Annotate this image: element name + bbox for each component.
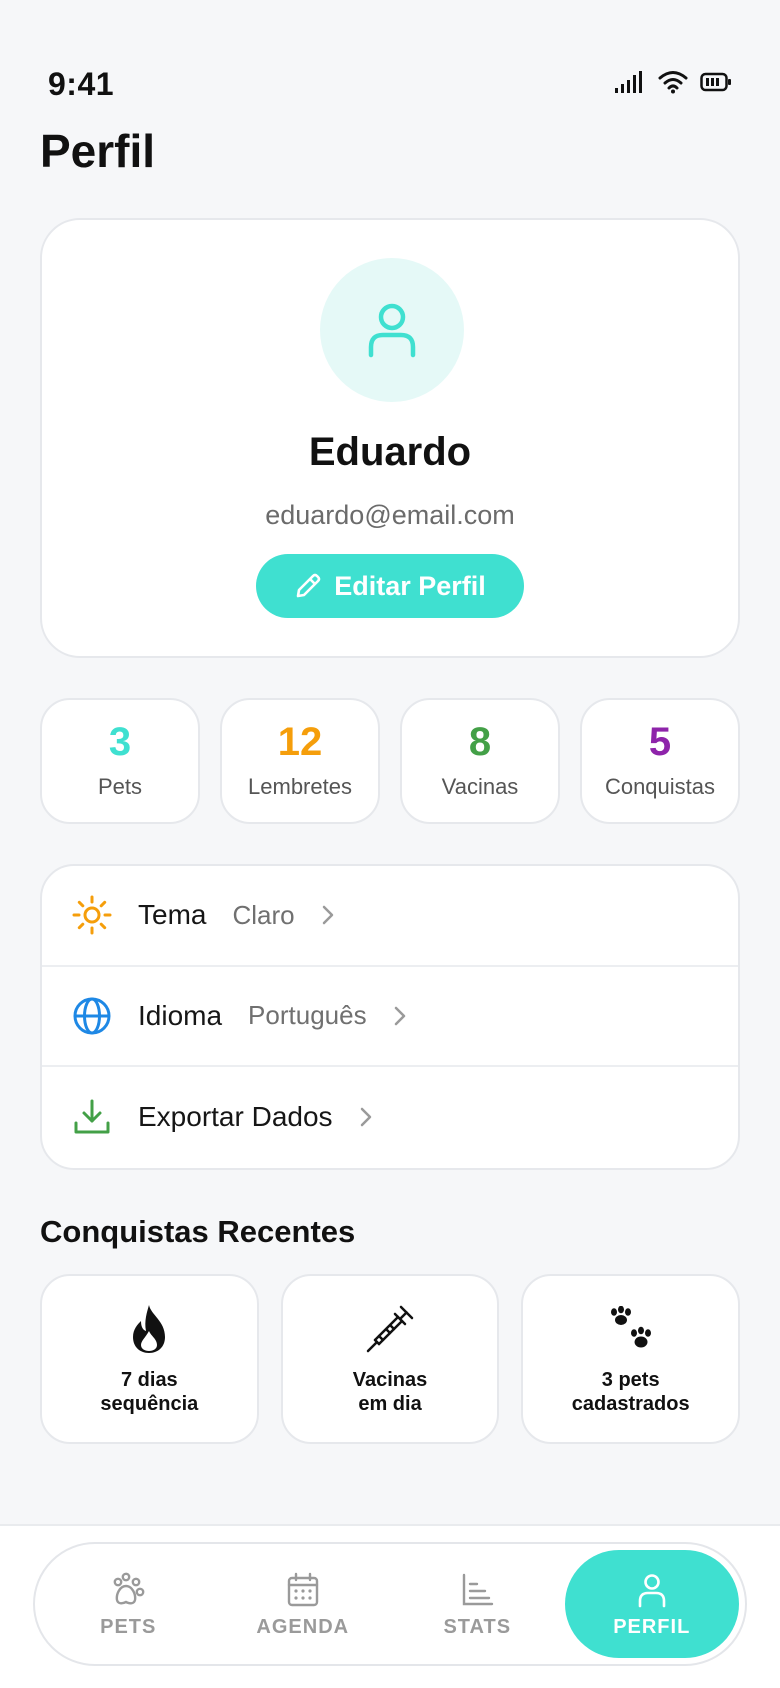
profile-card: Eduardo eduardo@email.com Editar Perfil [40, 218, 740, 658]
setting-theme[interactable]: Tema Claro [42, 866, 738, 967]
achievement-card[interactable]: 3 pets cadastrados [521, 1274, 741, 1444]
syringe-icon [365, 1302, 415, 1356]
battery-icon [700, 71, 732, 98]
tab-label: STATS [443, 1615, 512, 1638]
setting-label: Idioma [138, 999, 223, 1031]
edit-profile-label: Editar Perfil [334, 570, 486, 601]
setting-label: Tema [138, 899, 207, 931]
chart-icon [459, 1570, 495, 1610]
download-icon [72, 1097, 112, 1137]
user-email: eduardo@email.com [265, 500, 515, 530]
achievement-card[interactable]: 7 dias sequência [40, 1274, 259, 1444]
tab-agenda[interactable]: AGENDA [216, 1550, 391, 1658]
achievements-title: Conquistas Recentes [40, 1214, 356, 1249]
chevron-right-icon [359, 1106, 373, 1128]
setting-language[interactable]: Idioma Português [42, 967, 738, 1068]
stat-value: 5 [648, 720, 672, 764]
stat-card-lembretes[interactable]: 12 Lembretes [220, 698, 380, 824]
achievement-label: 3 pets cadastrados [571, 1369, 690, 1415]
edit-profile-button[interactable]: Editar Perfil [256, 554, 524, 618]
achievement-card[interactable]: Vacinas em dia [280, 1274, 500, 1444]
status-time: 9:41 [48, 66, 115, 102]
avatar[interactable] [320, 258, 464, 402]
stat-card-vacinas[interactable]: 8 Vacinas [400, 698, 560, 824]
stat-value: 8 [468, 720, 492, 764]
tab-stats[interactable]: STATS [390, 1550, 565, 1658]
paw-outline-icon [110, 1570, 146, 1610]
tab-bar: PETS AGENDA STATS PERFIL [33, 1542, 747, 1666]
settings-list: Tema Claro Idioma Português Exportar Dad… [40, 864, 740, 1170]
stat-card-conquistas[interactable]: 5 Conquistas [580, 698, 740, 824]
stat-value: 3 [108, 720, 132, 764]
tab-label: PERFIL [613, 1615, 691, 1638]
tab-perfil[interactable]: PERFIL [564, 1550, 739, 1658]
status-icons [614, 70, 732, 99]
status-bar: 9:41 [0, 0, 780, 120]
sun-icon [72, 895, 112, 935]
fire-icon [127, 1302, 171, 1356]
stat-label: Conquistas [604, 774, 716, 799]
pencil-icon [296, 573, 321, 598]
achievements-row: 7 dias sequência Vacinas em dia 3 pets c… [40, 1274, 741, 1444]
bottom-navigation: PETS AGENDA STATS PERFIL [0, 1524, 780, 1688]
globe-icon [72, 996, 112, 1036]
user-name: Eduardo [308, 430, 472, 474]
user-icon [635, 1570, 669, 1610]
achievement-label: 7 dias sequência [100, 1369, 199, 1415]
setting-export-data[interactable]: Exportar Dados [42, 1067, 738, 1168]
stat-label: Vacinas [441, 774, 519, 799]
calendar-icon [285, 1570, 321, 1610]
stat-value: 12 [277, 720, 323, 764]
tab-label: AGENDA [256, 1615, 350, 1638]
setting-value: Português [248, 1000, 367, 1031]
tab-label: PETS [100, 1615, 157, 1638]
stats-row: 3 Pets 12 Lembretes 8 Vacinas 5 Conquist… [40, 698, 740, 824]
paw-icon [606, 1302, 656, 1356]
setting-value: Claro [232, 899, 295, 930]
cellular-signal-icon [614, 70, 646, 99]
tab-pets[interactable]: PETS [41, 1550, 216, 1658]
page-title: Perfil [40, 125, 156, 177]
stat-label: Lembretes [248, 774, 352, 799]
chevron-right-icon [393, 1005, 407, 1027]
setting-label: Exportar Dados [138, 1101, 333, 1133]
wifi-icon [658, 70, 688, 99]
stat-label: Pets [97, 774, 143, 799]
stat-card-pets[interactable]: 3 Pets [40, 698, 200, 824]
achievement-label: Vacinas em dia [352, 1369, 428, 1415]
chevron-right-icon [321, 904, 335, 926]
user-icon [368, 303, 416, 358]
